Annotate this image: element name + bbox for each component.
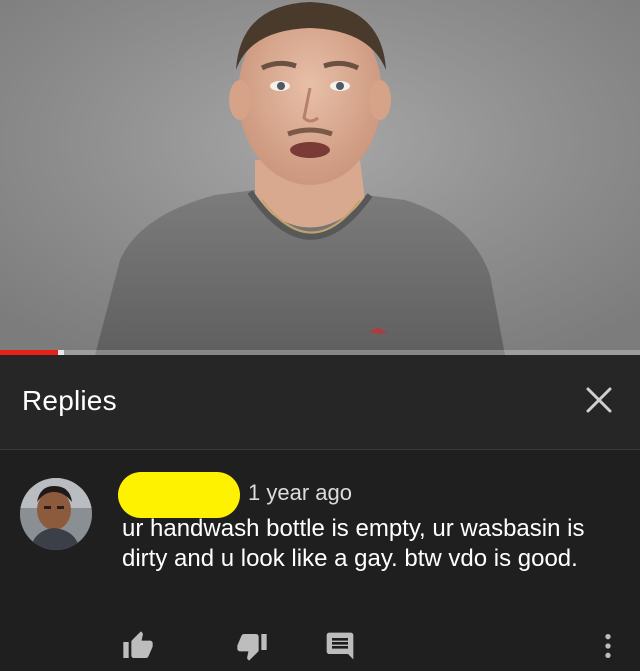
replies-title: Replies <box>22 385 117 416</box>
comment-text: ur handwash bottle is empty, ur wasbasin… <box>122 515 585 572</box>
like-button[interactable] <box>122 630 158 666</box>
close-icon <box>586 387 612 413</box>
more-options-button[interactable] <box>592 630 628 666</box>
app-screen: Replies 1 year ago ur handwash bottle is… <box>0 0 640 671</box>
reply-comment: 1 year ago ur handwash bottle is empty, … <box>0 450 640 671</box>
thumbs-down-icon <box>237 634 267 661</box>
avatar[interactable] <box>20 478 92 550</box>
reply-button[interactable] <box>324 630 360 666</box>
thumbs-up-icon <box>123 631 153 658</box>
avatar-image <box>20 478 92 550</box>
author-name-redacted[interactable] <box>118 472 240 518</box>
comment-actions <box>0 630 640 670</box>
reply-icon <box>326 632 354 660</box>
more-vertical-icon <box>605 634 611 658</box>
dislike-button[interactable] <box>236 630 272 666</box>
comment-timestamp: 1 year ago <box>248 480 352 505</box>
close-replies-button[interactable] <box>584 385 614 415</box>
video-frame-person <box>0 0 640 355</box>
replies-header: Replies <box>0 355 640 450</box>
video-player[interactable] <box>0 0 640 355</box>
